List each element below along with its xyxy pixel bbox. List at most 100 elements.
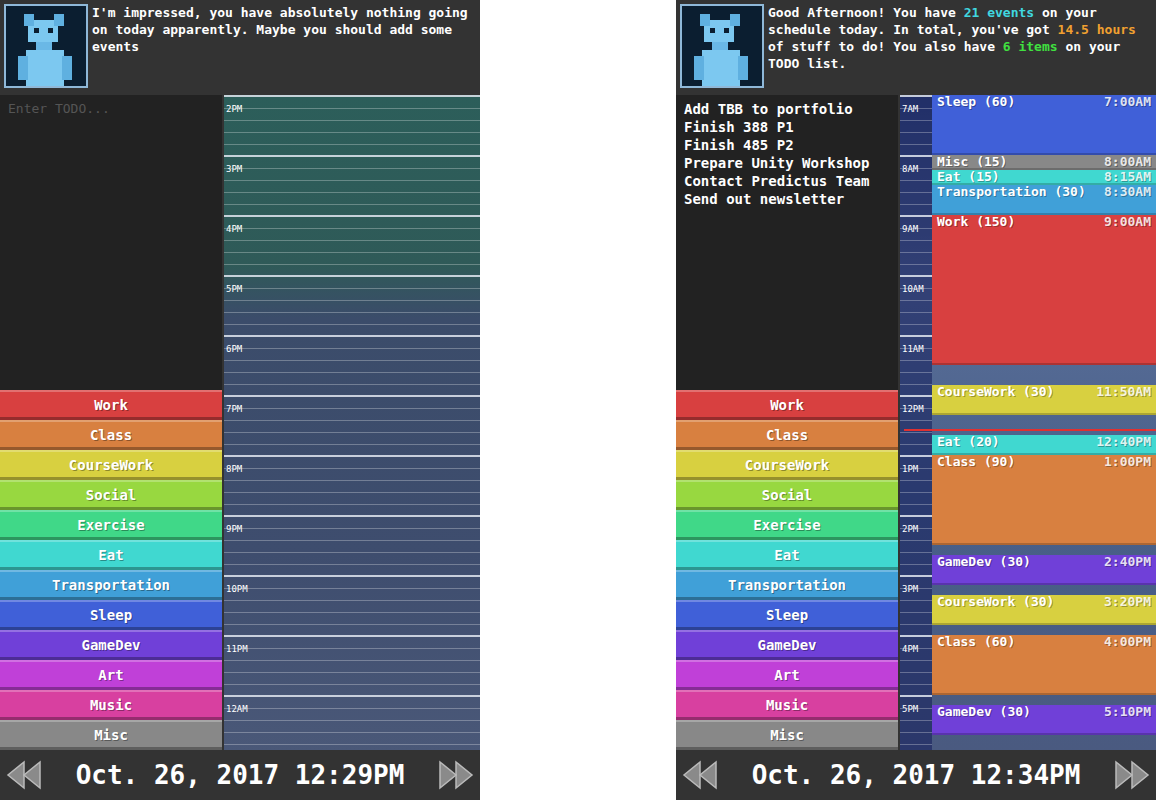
- event-label: CourseWork (30): [937, 595, 1054, 609]
- app-screen: Good Afternoon! You have 21 events on yo…: [676, 0, 1156, 800]
- category-button[interactable]: Sleep: [0, 600, 222, 630]
- event-area: Sleep (60)7:00AMMisc (15)8:00AMEat (15) 8…: [932, 95, 1156, 750]
- category-button[interactable]: CourseWork: [676, 450, 898, 480]
- category-button[interactable]: Work: [0, 390, 222, 420]
- category-button[interactable]: CourseWork: [0, 450, 222, 480]
- category-button[interactable]: Sleep: [676, 600, 898, 630]
- calendar-event[interactable]: CourseWork (30)3:20PM: [932, 595, 1156, 625]
- category-button[interactable]: Eat: [0, 540, 222, 570]
- hour-row: 2PM: [900, 515, 932, 575]
- calendar-event[interactable]: Sleep (60)7:00AM: [932, 95, 1156, 155]
- event-label: CourseWork (30): [937, 385, 1054, 399]
- todo-item[interactable]: Finish 388 P1: [684, 118, 890, 136]
- event-label: Misc (15): [937, 155, 1007, 169]
- todo-item[interactable]: Contact Predictus Team: [684, 172, 890, 190]
- category-button[interactable]: Transportation: [0, 570, 222, 600]
- hour-label: 11AM: [900, 343, 926, 355]
- hour-label: 10PM: [224, 583, 250, 595]
- category-button[interactable]: Class: [676, 420, 898, 450]
- category-button[interactable]: Misc: [676, 720, 898, 750]
- category-button[interactable]: Exercise: [676, 510, 898, 540]
- assistant-header: I'm impressed, you have absolutely nothi…: [0, 0, 480, 95]
- todo-item[interactable]: Finish 485 P2: [684, 136, 890, 154]
- category-button[interactable]: Work: [676, 390, 898, 420]
- todo-list[interactable]: Add TBB to portfolioFinish 388 P1Finish …: [676, 95, 898, 390]
- category-button[interactable]: GameDev: [676, 630, 898, 660]
- calendar: 2PM3PM4PM5PM6PM7PM8PM9PM10PM11PM12AM: [224, 95, 480, 750]
- calendar-event[interactable]: Work (150)9:00AM: [932, 215, 1156, 365]
- category-button[interactable]: Art: [676, 660, 898, 690]
- message-segment: of stuff to do! You also have: [768, 39, 1003, 54]
- category-list: WorkClassCourseWorkSocialExerciseEatTran…: [676, 390, 898, 750]
- category-button[interactable]: Social: [0, 480, 222, 510]
- hour-label: 5PM: [900, 703, 920, 715]
- calendar-event[interactable]: Class (60)4:00PM: [932, 635, 1156, 695]
- hour-row: 3PM: [900, 575, 932, 635]
- previous-day-icon[interactable]: [680, 758, 720, 792]
- event-time: 11:50AM: [1096, 385, 1151, 399]
- hour-label: 8AM: [900, 163, 920, 175]
- calendar: 7AM8AM9AM10AM11AM12PM1PM2PM3PM4PM5PMSlee…: [900, 95, 1156, 750]
- calendar-event[interactable]: Eat (15) 8:15AM: [932, 170, 1156, 185]
- event-time: 7:00AM: [1104, 95, 1151, 109]
- event-label: GameDev (30): [937, 705, 1031, 719]
- hour-label: 7AM: [900, 103, 920, 115]
- category-button[interactable]: Class: [0, 420, 222, 450]
- hour-row: 8AM: [900, 155, 932, 215]
- todo-list[interactable]: Enter TODO...: [0, 95, 222, 390]
- hour-label: 8PM: [224, 463, 244, 475]
- category-button[interactable]: GameDev: [0, 630, 222, 660]
- calendar-event[interactable]: Class (90)1:00PM: [932, 455, 1156, 545]
- app-screen: I'm impressed, you have absolutely nothi…: [0, 0, 480, 800]
- event-label: Class (60): [937, 635, 1015, 649]
- event-label: Eat (15): [937, 170, 1000, 184]
- category-button[interactable]: Art: [0, 660, 222, 690]
- hour-row: 4PM: [224, 215, 480, 275]
- category-button[interactable]: Eat: [676, 540, 898, 570]
- calendar-event[interactable]: Eat (20)12:40PM: [932, 435, 1156, 455]
- current-time-line: [904, 429, 1156, 431]
- todo-item[interactable]: Send out newsletter: [684, 190, 890, 208]
- event-time: 2:40PM: [1104, 555, 1151, 569]
- left-column: Enter TODO... WorkClassCourseWorkSocialEx…: [0, 95, 222, 750]
- previous-day-icon[interactable]: [4, 758, 44, 792]
- next-day-icon[interactable]: [436, 758, 476, 792]
- calendar-event[interactable]: CourseWork (30) 11:50AM: [932, 385, 1156, 415]
- hour-label: 3PM: [224, 163, 244, 175]
- todo-item[interactable]: Add TBB to portfolio: [684, 100, 890, 118]
- hour-label: 5PM: [224, 283, 244, 295]
- event-time: 9:00AM: [1104, 215, 1151, 229]
- category-button[interactable]: Transportation: [676, 570, 898, 600]
- category-button[interactable]: Music: [676, 690, 898, 720]
- main-body: Add TBB to portfolioFinish 388 P1Finish …: [676, 95, 1156, 750]
- hour-label: 1PM: [900, 463, 920, 475]
- date-bar: Oct. 26, 2017 12:29PM: [0, 750, 480, 800]
- hour-label: 9PM: [224, 523, 244, 535]
- calendar-event[interactable]: Misc (15)8:00AM: [932, 155, 1156, 170]
- calendar-event[interactable]: Transportation (30)8:30AM: [932, 185, 1156, 215]
- date-bar: Oct. 26, 2017 12:34PM: [676, 750, 1156, 800]
- next-day-icon[interactable]: [1112, 758, 1152, 792]
- hour-label: 9AM: [900, 223, 920, 235]
- hour-label: 3PM: [900, 583, 920, 595]
- calendar-event[interactable]: GameDev (30)2:40PM: [932, 555, 1156, 585]
- todo-item[interactable]: Prepare Unity Workshop: [684, 154, 890, 172]
- main-body: Enter TODO... WorkClassCourseWorkSocialEx…: [0, 95, 480, 750]
- category-button[interactable]: Social: [676, 480, 898, 510]
- hour-row: 10PM: [224, 575, 480, 635]
- hour-row: 11PM: [224, 635, 480, 695]
- avatar: [680, 4, 764, 88]
- hour-row: 9PM: [224, 515, 480, 575]
- category-button[interactable]: Exercise: [0, 510, 222, 540]
- category-button[interactable]: Music: [0, 690, 222, 720]
- hour-strip: 2PM3PM4PM5PM6PM7PM8PM9PM10PM11PM12AM: [224, 95, 480, 750]
- calendar-event[interactable]: GameDev (30)5:10PM: [932, 705, 1156, 735]
- assistant-message: I'm impressed, you have absolutely nothi…: [92, 4, 476, 91]
- hour-strip: 7AM8AM9AM10AM11AM12PM1PM2PM3PM4PM5PM: [900, 95, 932, 750]
- message-segment: 14.5 hours: [1058, 22, 1136, 37]
- hour-row: 12PM: [900, 395, 932, 455]
- category-button[interactable]: Misc: [0, 720, 222, 750]
- event-time: 8:15AM: [1104, 170, 1151, 184]
- avatar: [4, 4, 88, 88]
- todo-placeholder[interactable]: Enter TODO...: [8, 100, 214, 118]
